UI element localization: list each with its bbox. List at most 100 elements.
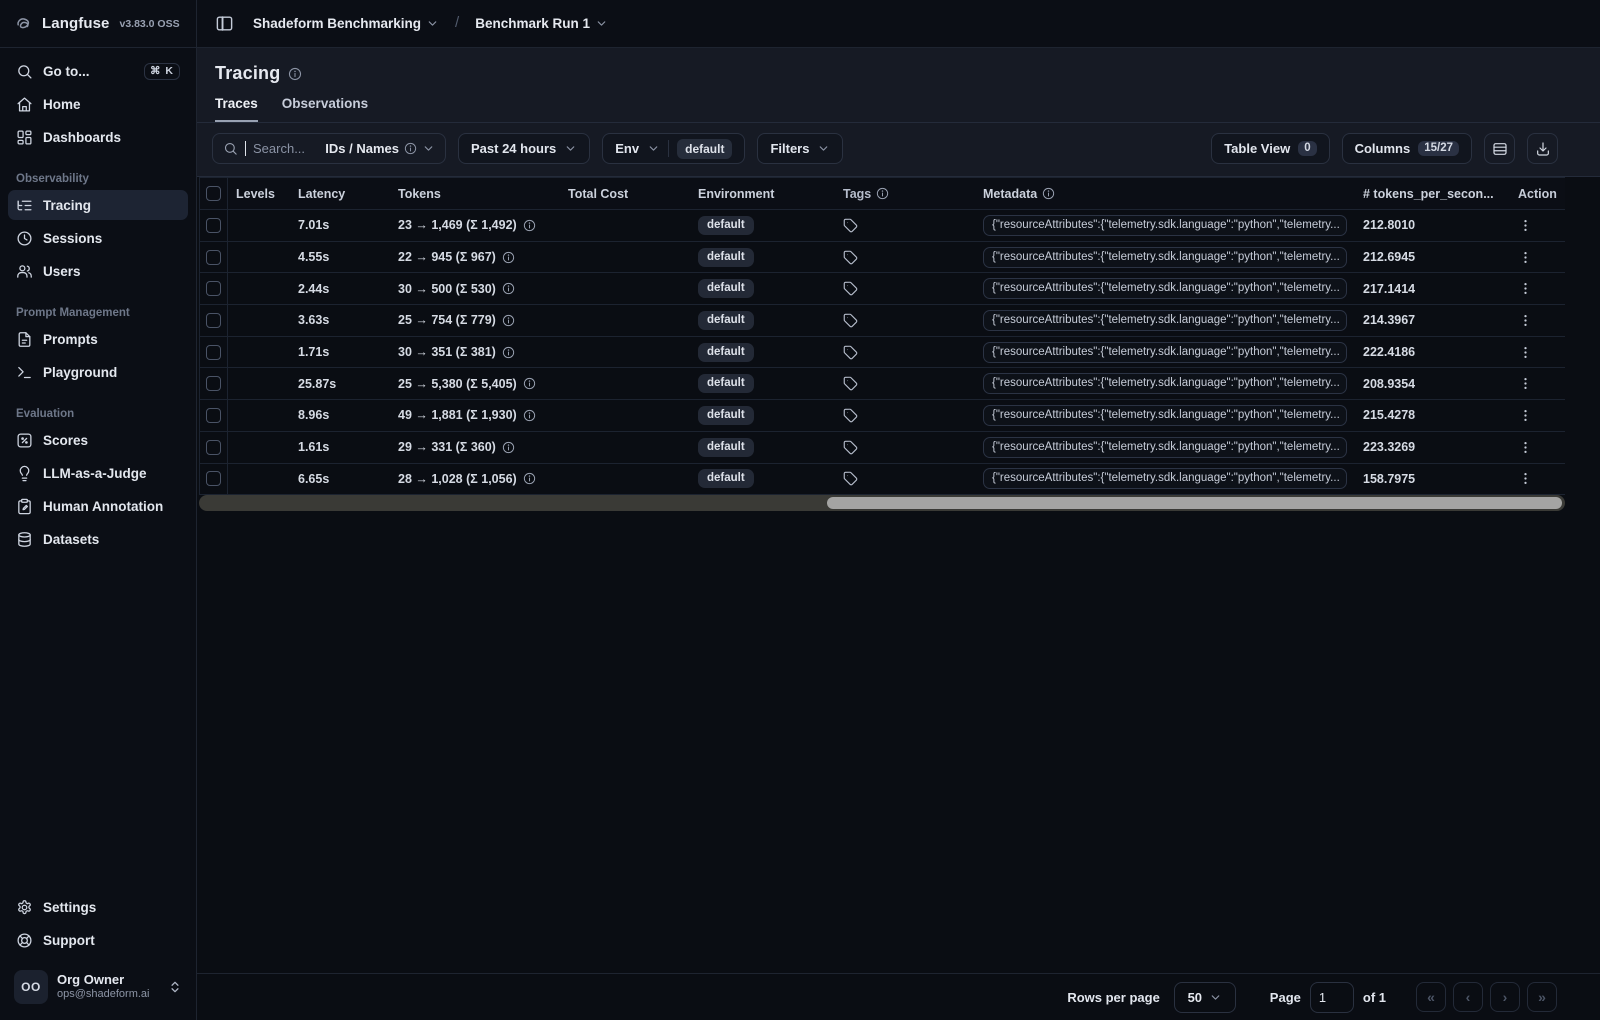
- row-actions-button[interactable]: [1510, 471, 1566, 486]
- sidebar-item-prompts[interactable]: Prompts: [8, 324, 188, 354]
- row-actions-button[interactable]: [1510, 281, 1566, 296]
- next-page-button[interactable]: ›: [1490, 982, 1520, 1012]
- sidebar-item-sessions[interactable]: Sessions: [8, 223, 188, 253]
- scrollbar-thumb[interactable]: [827, 497, 1562, 510]
- metadata-pill[interactable]: {"resourceAttributes":{"telemetry.sdk.la…: [983, 309, 1347, 331]
- sidebar-item-label: Users: [43, 263, 81, 279]
- horizontal-scrollbar[interactable]: [199, 495, 1565, 512]
- breadcrumb-org[interactable]: Shadeform Benchmarking: [247, 12, 445, 35]
- metadata-pill[interactable]: {"resourceAttributes":{"telemetry.sdk.la…: [983, 246, 1347, 268]
- clipboard-icon: [16, 498, 33, 515]
- tab-observations[interactable]: Observations: [282, 96, 368, 122]
- table-row[interactable]: 4.55s 22 → 945 (Σ 967) default {"resourc…: [200, 241, 1566, 274]
- tab-traces[interactable]: Traces: [215, 96, 258, 122]
- table-row[interactable]: 8.96s 49 → 1,881 (Σ 1,930) default {"res…: [200, 400, 1565, 432]
- metadata-cell[interactable]: {"resourceAttributes":{"telemetry.sdk.la…: [975, 309, 1355, 331]
- sidebar-item-home[interactable]: Home: [8, 89, 188, 119]
- goto-search[interactable]: Go to... ⌘ K: [8, 56, 188, 86]
- row-checkbox[interactable]: [206, 312, 221, 328]
- sidebar-item-dashboards[interactable]: Dashboards: [8, 122, 188, 152]
- sidebar-item-datasets[interactable]: Datasets: [8, 524, 188, 554]
- row-checkbox[interactable]: [206, 217, 221, 233]
- table-row[interactable]: 2.44s 30 → 500 (Σ 530) default {"resourc…: [200, 273, 1566, 306]
- metadata-cell[interactable]: {"resourceAttributes":{"telemetry.sdk.la…: [975, 373, 1355, 395]
- tags-cell[interactable]: [835, 250, 975, 265]
- env-filter[interactable]: Env default: [602, 133, 746, 164]
- sidebar-item-human-annotation[interactable]: Human Annotation: [8, 491, 188, 521]
- row-checkbox[interactable]: [206, 281, 221, 297]
- tokens-value: 28 → 1,028 (Σ 1,056): [398, 471, 517, 486]
- filters-dropdown[interactable]: Filters: [757, 133, 844, 164]
- table-row[interactable]: 1.71s 30 → 351 (Σ 381) default {"resourc…: [200, 336, 1566, 369]
- metadata-cell[interactable]: {"resourceAttributes":{"telemetry.sdk.la…: [975, 246, 1355, 268]
- metadata-pill[interactable]: {"resourceAttributes":{"telemetry.sdk.la…: [983, 214, 1347, 236]
- metadata-cell[interactable]: {"resourceAttributes":{"telemetry.sdk.la…: [975, 404, 1355, 426]
- toggle-sidebar-button[interactable]: [209, 9, 239, 39]
- tags-cell[interactable]: [835, 408, 975, 423]
- rows-per-page-select[interactable]: 50: [1173, 981, 1236, 1013]
- tag-icon: [843, 440, 858, 455]
- row-actions-button[interactable]: [1510, 218, 1566, 233]
- row-checkbox[interactable]: [206, 439, 221, 455]
- row-checkbox[interactable]: [206, 249, 221, 265]
- columns-count-badge: 15/27: [1418, 141, 1459, 156]
- row-actions-button[interactable]: [1510, 376, 1566, 391]
- table-view-button[interactable]: Table View 0: [1211, 133, 1330, 164]
- export-button[interactable]: [1527, 133, 1558, 164]
- table-row[interactable]: 3.63s 25 → 754 (Σ 779) default {"resourc…: [200, 305, 1565, 337]
- table-row[interactable]: 7.01s 23 → 1,469 (Σ 1,492) default {"res…: [200, 210, 1565, 242]
- row-actions-button[interactable]: [1510, 313, 1566, 328]
- row-checkbox[interactable]: [206, 376, 221, 392]
- sidebar-item-llm-as-a-judge[interactable]: LLM-as-a-Judge: [8, 458, 188, 488]
- search-input[interactable]: Search... IDs / Names: [212, 133, 446, 164]
- row-actions-button[interactable]: [1510, 440, 1566, 455]
- time-range-dropdown[interactable]: Past 24 hours: [458, 133, 591, 164]
- metadata-cell[interactable]: {"resourceAttributes":{"telemetry.sdk.la…: [975, 341, 1355, 363]
- metadata-pill[interactable]: {"resourceAttributes":{"telemetry.sdk.la…: [983, 468, 1347, 490]
- environment-badge: default: [698, 437, 754, 457]
- tags-cell[interactable]: [835, 440, 975, 455]
- sidebar-item-support[interactable]: Support: [8, 925, 188, 955]
- tags-cell[interactable]: [835, 313, 975, 328]
- table-row[interactable]: 25.87s 25 → 5,380 (Σ 5,405) default {"re…: [200, 368, 1566, 401]
- sidebar-item-settings[interactable]: Settings: [8, 892, 188, 922]
- metadata-cell[interactable]: {"resourceAttributes":{"telemetry.sdk.la…: [975, 436, 1355, 458]
- page-number-input[interactable]: [1309, 981, 1354, 1013]
- metadata-cell[interactable]: {"resourceAttributes":{"telemetry.sdk.la…: [975, 278, 1355, 300]
- sidebar-item-playground[interactable]: Playground: [8, 357, 188, 387]
- row-actions-button[interactable]: [1510, 408, 1566, 423]
- metadata-pill[interactable]: {"resourceAttributes":{"telemetry.sdk.la…: [983, 341, 1347, 363]
- last-page-button[interactable]: »: [1527, 982, 1557, 1012]
- metadata-pill[interactable]: {"resourceAttributes":{"telemetry.sdk.la…: [983, 404, 1347, 426]
- first-page-button[interactable]: «: [1416, 982, 1446, 1012]
- sidebar-item-scores[interactable]: Scores: [8, 425, 188, 455]
- metadata-cell[interactable]: {"resourceAttributes":{"telemetry.sdk.la…: [975, 468, 1355, 490]
- tags-cell[interactable]: [835, 218, 975, 233]
- metadata-pill[interactable]: {"resourceAttributes":{"telemetry.sdk.la…: [983, 373, 1347, 395]
- metadata-pill[interactable]: {"resourceAttributes":{"telemetry.sdk.la…: [983, 436, 1347, 458]
- table-row[interactable]: 6.65s 28 → 1,028 (Σ 1,056) default {"res…: [200, 463, 1566, 496]
- table-row[interactable]: 1.61s 29 → 331 (Σ 360) default {"resourc…: [200, 431, 1566, 464]
- row-checkbox[interactable]: [206, 344, 221, 360]
- search-type-dropdown[interactable]: IDs / Names: [325, 141, 435, 156]
- tags-cell[interactable]: [835, 376, 975, 391]
- breadcrumb-project[interactable]: Benchmark Run 1: [469, 12, 614, 35]
- row-actions-button[interactable]: [1510, 250, 1566, 265]
- sidebar-item-users[interactable]: Users: [8, 256, 188, 286]
- row-checkbox[interactable]: [206, 407, 221, 423]
- tags-cell[interactable]: [835, 471, 975, 486]
- select-all-checkbox[interactable]: [206, 186, 221, 201]
- tags-cell[interactable]: [835, 345, 975, 360]
- section-label-evaluation: Evaluation: [16, 408, 75, 420]
- sidebar-item-tracing[interactable]: Tracing: [8, 190, 188, 220]
- row-actions-button[interactable]: [1510, 345, 1566, 360]
- columns-button[interactable]: Columns 15/27: [1341, 133, 1472, 164]
- prev-page-button[interactable]: ‹: [1453, 982, 1483, 1012]
- row-checkbox[interactable]: [206, 471, 221, 487]
- metadata-cell[interactable]: {"resourceAttributes":{"telemetry.sdk.la…: [975, 214, 1355, 236]
- row-height-button[interactable]: [1484, 133, 1515, 164]
- info-icon: [1042, 187, 1055, 200]
- metadata-pill[interactable]: {"resourceAttributes":{"telemetry.sdk.la…: [983, 278, 1347, 300]
- tags-cell[interactable]: [835, 281, 975, 296]
- account-menu[interactable]: OO Org Owner ops@shadeform.ai: [8, 958, 188, 1020]
